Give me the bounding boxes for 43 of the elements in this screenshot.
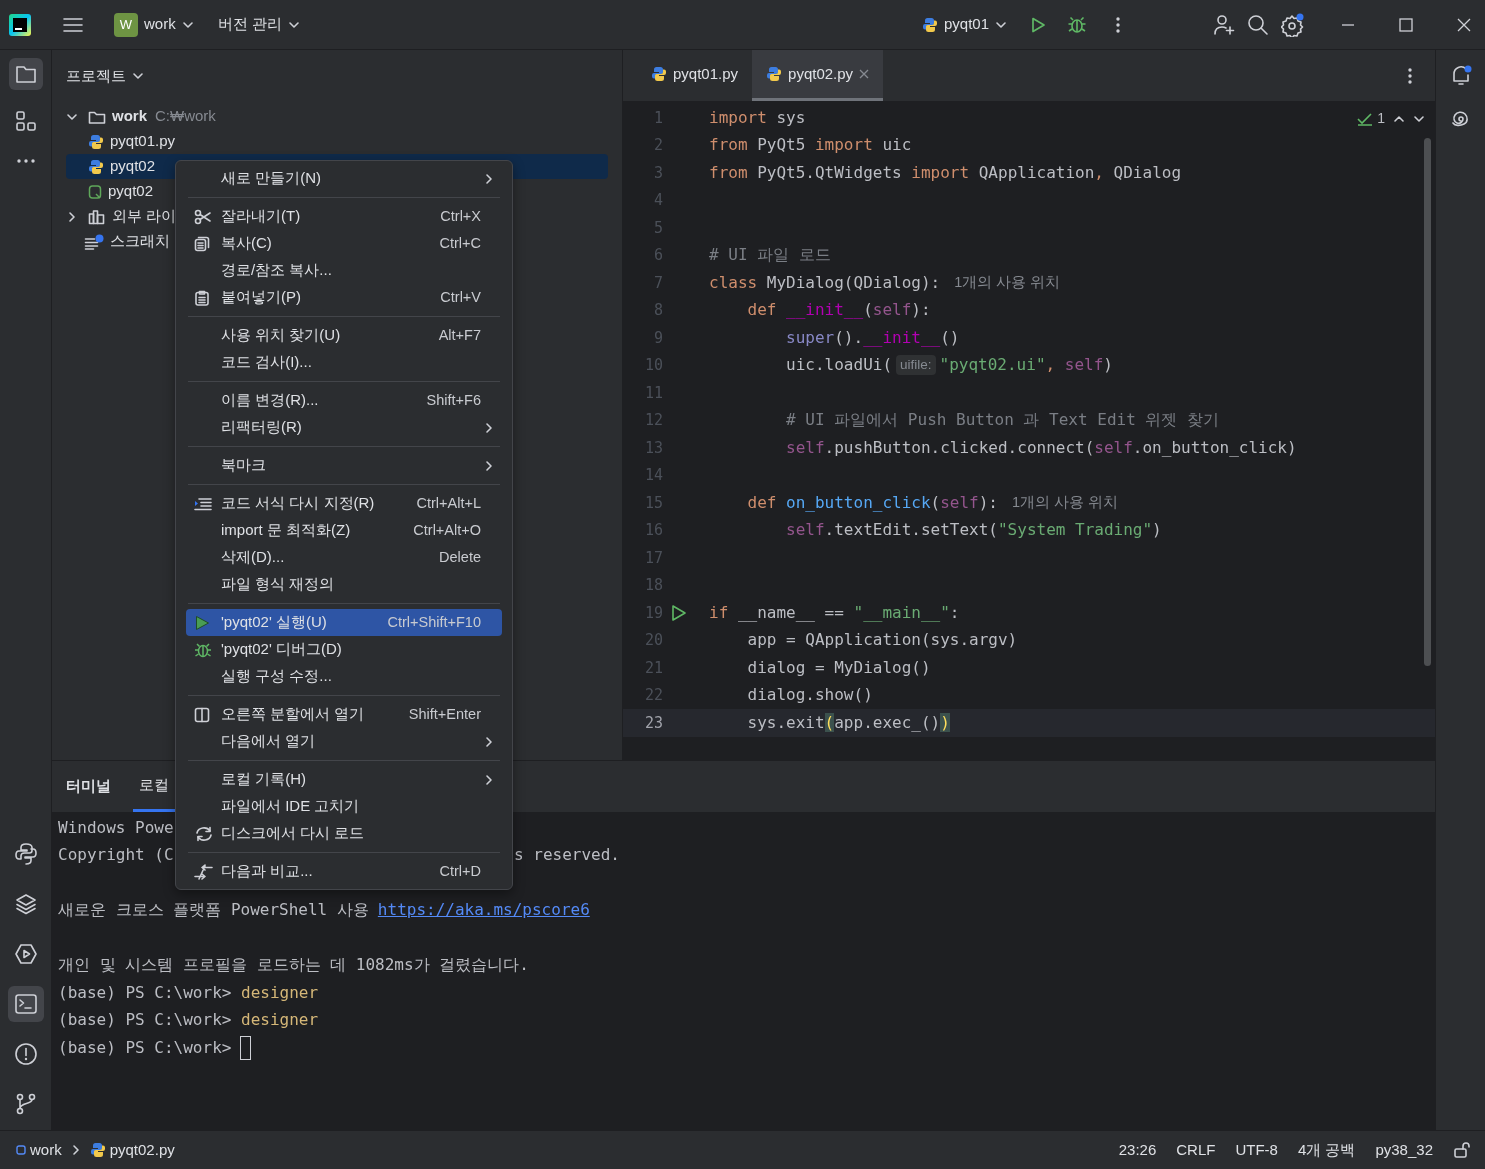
- shortcut-text: Shift+F6: [426, 390, 481, 410]
- code-text: dialog.show(): [746, 684, 873, 707]
- shortcut-text: Delete: [439, 547, 481, 567]
- shortcut-text: Ctrl+Shift+F10: [387, 612, 481, 632]
- code-text: app = QApplication(sys.argv): [746, 629, 1018, 652]
- terminal-text: (base) PS C:\work> designer: [58, 1009, 319, 1032]
- terminal-text: (base) PS C:\work>: [58, 1036, 232, 1059]
- code-text: import sys: [709, 106, 806, 129]
- terminal-text: Windows Powe: [58, 816, 174, 839]
- code-text: dialog = MyDialog(): [746, 656, 931, 679]
- path-text: C:₩work: [155, 106, 216, 127]
- parameter-hint: uifile:: [896, 355, 936, 376]
- code-text: def on_button_click(self):: [746, 491, 998, 514]
- code-text: self.textEdit.setText("System Trading"): [785, 519, 1162, 542]
- shortcut-text: Ctrl+C: [439, 233, 481, 253]
- terminal-text: Copyright (C: [58, 844, 175, 867]
- terminal-text: 개인 및 시스템 프로필을 로드하는 데 1082ms가 걸렸습니다.: [58, 954, 529, 977]
- code-text: sys.exit(app.exec_()): [746, 711, 950, 734]
- shortcut-text: Ctrl+Alt+L: [416, 493, 481, 513]
- terminal-text: s reserved.: [514, 844, 621, 867]
- code-text: # UI 파일 로드: [709, 244, 831, 267]
- panel-title: 터미널: [66, 776, 111, 797]
- shortcut-text: Ctrl+Alt+O: [413, 520, 481, 540]
- inspection-count: 1: [1377, 109, 1385, 128]
- code-text: def __init__(self):: [746, 299, 931, 322]
- shortcut-text: Alt+F7: [438, 325, 481, 345]
- shortcut-text: Shift+Enter: [408, 704, 481, 724]
- shortcut-text: Ctrl+D: [439, 861, 481, 881]
- code-text: uic.loadUi(: [785, 354, 893, 377]
- shortcut-text: Ctrl+X: [440, 206, 481, 226]
- line-number: 23: [643, 712, 663, 734]
- code-text: self.pushButton.clicked.connect(self.on_button_click): [785, 436, 1297, 459]
- code-text: from PyQt5 import uic: [709, 134, 912, 157]
- code-text: from PyQt5.QtWidgets import QApplication, QDialog: [709, 161, 1182, 184]
- shortcut-text: Ctrl+V: [440, 287, 481, 307]
- code-text: super().__init__(): [785, 326, 960, 349]
- terminal-text: (base) PS C:\work> designer: [58, 981, 319, 1004]
- project-badge: W: [114, 12, 138, 37]
- code-text: if __name__ == "__main__":: [709, 601, 960, 624]
- terminal-text: 새로운 크로스 플랫폼 PowerShell 사용: [58, 899, 369, 922]
- code-text: # UI 파일에서 Push Button 과 Text Edit 위젯 찾기: [785, 409, 1220, 432]
- code-text: class MyDialog(QDialog):: [709, 271, 941, 294]
- code-text: "pyqt02.ui", self): [939, 354, 1113, 377]
